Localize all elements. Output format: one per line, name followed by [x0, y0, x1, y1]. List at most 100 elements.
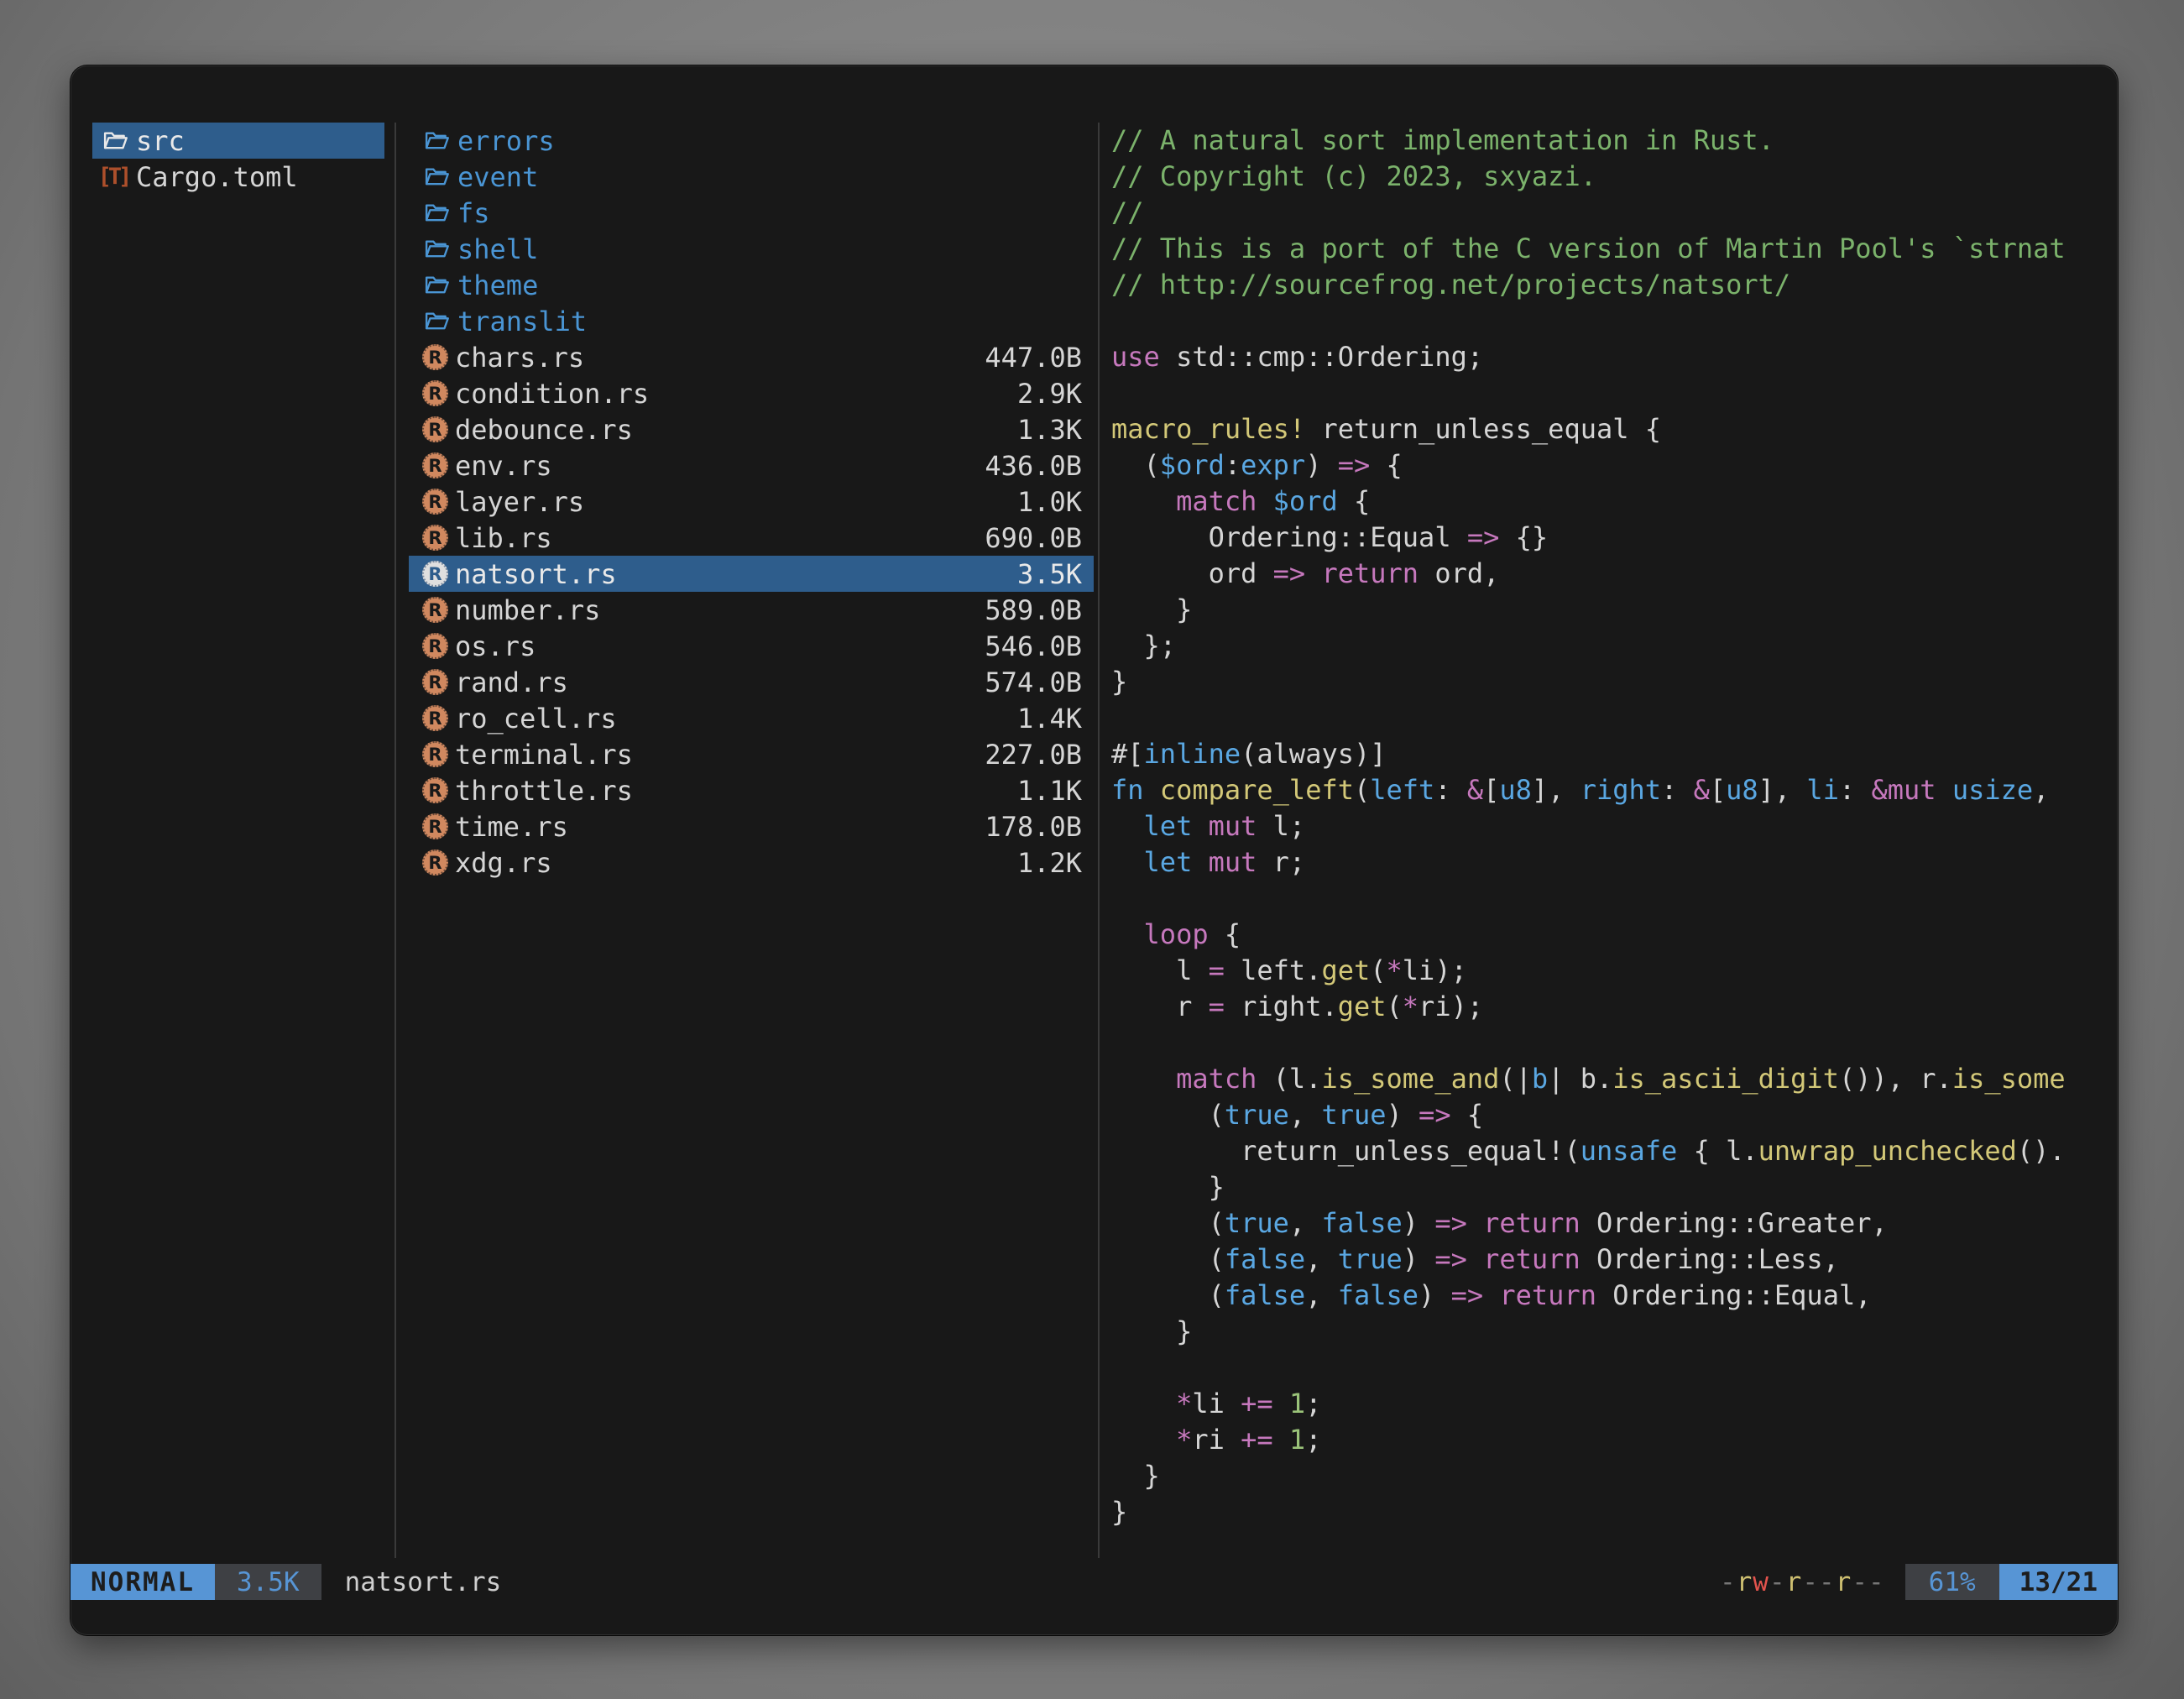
file-size: 3.5K — [1017, 558, 1082, 590]
file-name: debounce.rs — [455, 414, 633, 446]
file-row[interactable]: R rand.rs 574.0B — [409, 664, 1094, 700]
code-line: // — [1111, 195, 2118, 231]
file-row[interactable]: R time.rs 178.0B — [409, 808, 1094, 844]
folder-row[interactable]: translit — [409, 303, 1094, 339]
folder-row[interactable]: event — [409, 159, 1094, 195]
file-name: condition.rs — [455, 378, 649, 410]
folder-icon — [101, 128, 129, 154]
file-row[interactable]: R chars.rs 447.0B — [409, 339, 1094, 375]
code-line: r = right.get(*ri); — [1111, 989, 2118, 1025]
file-row[interactable]: R number.rs 589.0B — [409, 592, 1094, 628]
file-name: number.rs — [455, 594, 600, 626]
parent-directory-pane: src [T] Cargo.toml — [71, 123, 396, 1558]
code-line: #[inline(always)] — [1111, 736, 2118, 772]
file-name: event — [457, 161, 538, 193]
code-line: } — [1111, 1314, 2118, 1350]
rust-file-icon: R — [422, 777, 448, 803]
scroll-percent-badge: 61% — [1905, 1564, 1999, 1600]
file-name: layer.rs — [455, 486, 584, 518]
file-row[interactable]: R natsort.rs 3.5K — [409, 556, 1094, 592]
code-line: macro_rules! return_unless_equal { — [1111, 411, 2118, 447]
code-line: match (l.is_some_and(|b| b.is_ascii_digi… — [1111, 1061, 2118, 1097]
code-line: } — [1111, 1458, 2118, 1494]
file-row[interactable]: R throttle.rs 1.1K — [409, 772, 1094, 808]
file-permissions: -rw-r--r-- — [1720, 1564, 1885, 1600]
file-size: 1.4K — [1017, 703, 1082, 734]
cursor-position-badge: 13/21 — [1999, 1564, 2118, 1600]
folder-row[interactable]: shell — [409, 231, 1094, 267]
folder-icon — [422, 273, 451, 298]
file-name: src — [136, 125, 185, 157]
code-line: (false, false) => return Ordering::Equal… — [1111, 1278, 2118, 1314]
folder-row[interactable]: fs — [409, 195, 1094, 231]
file-size: 1.2K — [1017, 847, 1082, 879]
statusbar-spacer — [501, 1564, 1720, 1600]
rust-file-icon: R — [422, 452, 448, 478]
code-line — [1111, 881, 2118, 917]
file-size: 546.0B — [985, 630, 1082, 662]
file-size: 589.0B — [985, 594, 1082, 626]
file-name: shell — [457, 233, 538, 265]
file-name: Cargo.toml — [136, 161, 298, 193]
rust-file-icon: R — [422, 489, 448, 515]
rust-file-icon: R — [422, 561, 448, 587]
file-size: 447.0B — [985, 342, 1082, 374]
status-bar: NORMAL 3.5K natsort.rs -rw-r--r-- 61% 13… — [71, 1564, 2118, 1600]
folder-icon — [422, 309, 451, 334]
folder-row[interactable]: src — [92, 123, 384, 159]
code-line — [1111, 1025, 2118, 1061]
code-line: } — [1111, 1169, 2118, 1205]
file-row[interactable]: R ro_cell.rs 1.4K — [409, 700, 1094, 736]
file-size: 227.0B — [985, 739, 1082, 771]
folder-icon — [422, 237, 451, 262]
file-row[interactable]: R xdg.rs 1.2K — [409, 844, 1094, 881]
file-row[interactable]: R os.rs 546.0B — [409, 628, 1094, 664]
code-line: match $ord { — [1111, 484, 2118, 520]
code-line: }; — [1111, 628, 2118, 664]
code-line: fn compare_left(left: &[u8], right: &[u8… — [1111, 772, 2118, 808]
file-size-badge: 3.5K — [215, 1564, 321, 1600]
file-row[interactable]: R lib.rs 690.0B — [409, 520, 1094, 556]
file-row[interactable]: R layer.rs 1.0K — [409, 484, 1094, 520]
mode-indicator: NORMAL — [71, 1564, 215, 1600]
code-line: *ri += 1; — [1111, 1422, 2118, 1458]
code-line — [1111, 700, 2118, 736]
rust-file-icon: R — [422, 416, 448, 442]
code-line — [1111, 1350, 2118, 1386]
file-size: 1.1K — [1017, 775, 1082, 807]
file-row[interactable]: R env.rs 436.0B — [409, 447, 1094, 484]
file-size: 574.0B — [985, 667, 1082, 698]
rust-file-icon: R — [422, 705, 448, 731]
code-line: (true, true) => { — [1111, 1097, 2118, 1133]
folder-row[interactable]: theme — [409, 267, 1094, 303]
file-size: 1.0K — [1017, 486, 1082, 518]
code-line: } — [1111, 664, 2118, 700]
code-line: l = left.get(*li); — [1111, 953, 2118, 989]
code-line — [1111, 375, 2118, 411]
folder-icon — [422, 165, 451, 190]
file-size: 2.9K — [1017, 378, 1082, 410]
code-line — [1111, 303, 2118, 339]
rust-file-icon: R — [422, 669, 448, 695]
code-line: ord => return ord, — [1111, 556, 2118, 592]
code-line: let mut l; — [1111, 808, 2118, 844]
file-row[interactable]: [T] Cargo.toml — [92, 159, 384, 195]
current-directory-pane: errors event fs shell theme — [396, 123, 1100, 1558]
code-line: // http://sourcefrog.net/projects/natsor… — [1111, 267, 2118, 303]
folder-row[interactable]: errors — [409, 123, 1094, 159]
panes-container: src [T] Cargo.toml errors event fs — [71, 123, 2118, 1558]
file-size: 690.0B — [985, 522, 1082, 554]
code-line: (false, true) => return Ordering::Less, — [1111, 1242, 2118, 1278]
file-size: 178.0B — [985, 811, 1082, 843]
file-name: translit — [457, 306, 587, 337]
file-name: os.rs — [455, 630, 536, 662]
rust-file-icon: R — [422, 633, 448, 659]
file-row[interactable]: R debounce.rs 1.3K — [409, 411, 1094, 447]
file-name: errors — [457, 125, 555, 157]
file-row[interactable]: R terminal.rs 227.0B — [409, 736, 1094, 772]
rust-file-icon: R — [422, 380, 448, 406]
file-name: lib.rs — [455, 522, 552, 554]
code-line: ($ord:expr) => { — [1111, 447, 2118, 484]
file-row[interactable]: R condition.rs 2.9K — [409, 375, 1094, 411]
file-name: fs — [457, 197, 490, 229]
